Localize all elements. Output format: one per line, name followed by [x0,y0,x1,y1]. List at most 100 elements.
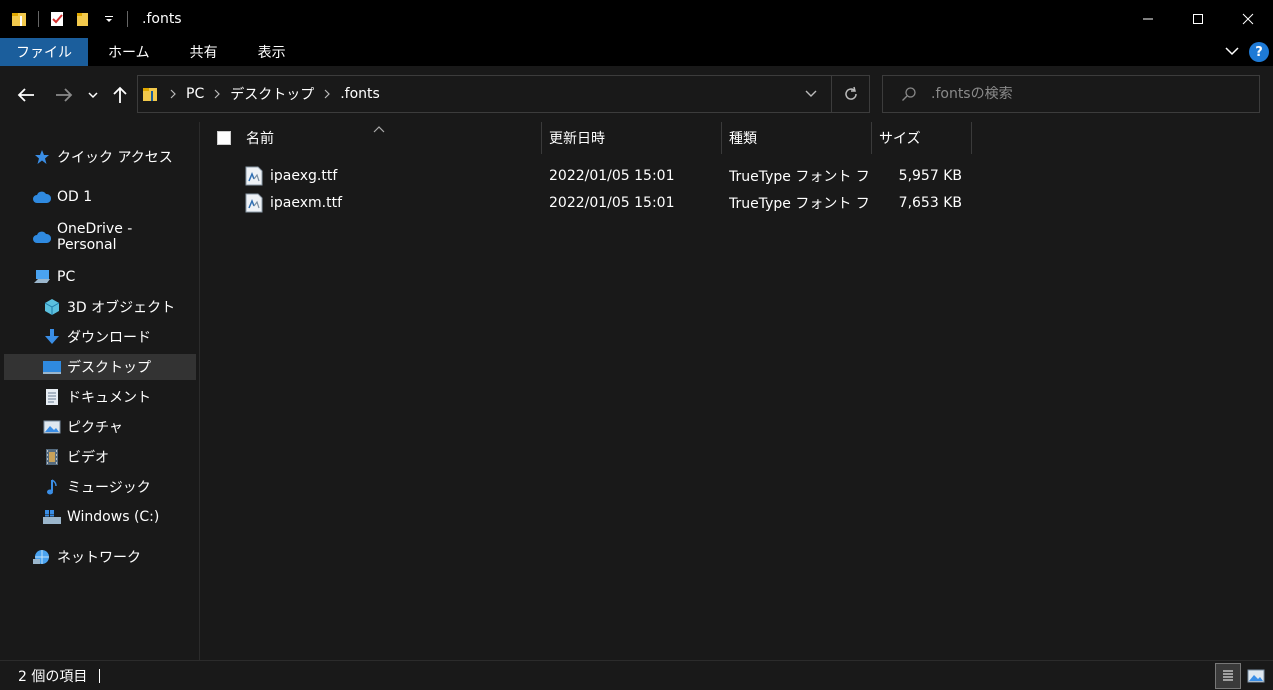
help-button[interactable]: ? [1249,42,1269,62]
chevron-down-icon [1225,47,1239,56]
table-row[interactable]: ipaexm.ttf 2022/01/05 15:01 TrueType フォン… [201,190,1273,216]
sidebar-item-downloads[interactable]: ダウンロード [4,324,196,350]
tab-share[interactable]: 共有 [170,38,238,66]
column-divider[interactable] [721,122,722,154]
large-icons-view-icon [1247,669,1265,683]
back-button[interactable] [14,83,38,107]
tab-home[interactable]: ホーム [88,38,170,66]
column-divider[interactable] [971,122,972,154]
refresh-button[interactable] [831,76,869,112]
minimize-button[interactable] [1123,0,1173,38]
breadcrumb-chevron-icon[interactable] [170,89,176,99]
search-icon [902,87,916,101]
forward-button[interactable] [52,83,76,107]
breadcrumb-pc[interactable]: PC [186,86,204,102]
sidebar-item-label: OD 1 [57,189,93,205]
file-type-cell: TrueType フォント フ... [729,196,869,212]
column-divider[interactable] [541,122,542,154]
desktop-icon [42,357,62,377]
search-box[interactable] [882,75,1260,113]
expand-ribbon-button[interactable] [1225,44,1239,60]
sidebar-item-label: ピクチャ [67,420,123,436]
large-icons-view-button[interactable] [1243,663,1269,689]
sidebar-item-label: PC [57,269,76,285]
sidebar-item-label: ネットワーク [57,550,141,566]
column-header-name[interactable]: 名前 [246,122,540,154]
search-input[interactable] [931,86,1251,102]
sidebar-item-desktop[interactable]: デスクトップ [4,354,196,380]
up-button[interactable] [108,83,132,107]
tab-file[interactable]: ファイル [0,38,88,66]
sidebar-item-label: OneDrive - Personal [57,221,133,253]
column-header-type[interactable]: 種類 [729,122,869,154]
close-icon [1242,13,1254,25]
details-view-button[interactable] [1215,663,1241,689]
address-history-button[interactable] [791,76,831,112]
item-count: 2 個の項目 [18,668,88,685]
cloud-icon [32,227,52,247]
file-modified-cell: 2022/01/05 15:01 [549,168,675,184]
navigation-pane: クイック アクセス OD 1 OneDrive - Personal PC 3D… [0,122,200,660]
pc-icon [32,267,52,287]
folder-icon [142,85,160,103]
breadcrumb-fonts[interactable]: .fonts [340,86,380,102]
sidebar-item-label: クイック アクセス [57,150,173,166]
font-file-icon [245,166,263,186]
ribbon-tabs: ファイル ホーム 共有 表示 ? [0,38,1273,66]
sidebar-item-od1[interactable]: OD 1 [4,184,196,210]
sidebar-item-quick-access[interactable]: クイック アクセス [4,144,196,170]
close-button[interactable] [1223,0,1273,38]
sidebar-item-3d-objects[interactable]: 3D オブジェクト [4,294,196,320]
properties-icon[interactable] [47,9,67,29]
select-all-checkbox[interactable] [217,131,231,145]
breadcrumb-chevron-icon[interactable] [214,89,221,99]
navigation-bar: PC デスクトップ .fonts [0,66,1273,122]
file-list: 名前 更新日時 種類 サイズ ipaexg.ttf 2022/01/05 15:… [201,122,1273,660]
column-header-size[interactable]: サイズ [879,122,969,154]
cube-icon [42,297,62,317]
title-bar: .fonts [0,0,1273,38]
sidebar-item-onedrive-personal[interactable]: OneDrive - Personal [4,221,196,253]
sidebar-item-music[interactable]: ミュージック [4,474,196,500]
new-folder-icon[interactable] [73,9,93,29]
ribbon-right: ? [1225,38,1269,66]
arrow-left-icon [17,88,34,102]
tab-view[interactable]: 表示 [238,38,306,66]
font-file-icon [245,193,263,213]
sidebar-item-label: ドキュメント [67,390,151,406]
sidebar-item-label: ミュージック [67,480,151,496]
folder-icon [10,9,30,29]
sidebar-item-network[interactable]: ネットワーク [4,544,196,570]
toolbar-separator [127,11,128,27]
star-icon [32,147,52,167]
sidebar-item-pc[interactable]: PC [4,264,196,290]
column-header-label: 種類 [729,131,757,147]
sidebar-item-windows-c[interactable]: Windows (C:) [4,504,196,530]
drive-icon [42,507,62,527]
details-view-icon [1223,670,1233,681]
music-icon [42,477,62,497]
file-type-cell: TrueType フォント フ... [729,169,869,185]
customize-toolbar-icon[interactable] [99,9,119,29]
file-size-cell: 7,653 KB [898,195,962,211]
table-row[interactable]: ipaexg.ttf 2022/01/05 15:01 TrueType フォン… [201,163,1273,189]
breadcrumb-desktop[interactable]: デスクトップ [230,84,314,104]
window-controls [1123,0,1273,38]
chevron-down-icon [805,90,817,97]
recent-locations-button[interactable] [83,83,103,107]
sidebar-item-pictures[interactable]: ピクチャ [4,414,196,440]
sidebar-item-documents[interactable]: ドキュメント [4,384,196,410]
download-icon [42,327,62,347]
file-name-cell: ipaexg.ttf [244,163,539,189]
column-header-modified[interactable]: 更新日時 [549,122,719,154]
breadcrumb-chevron-icon[interactable] [324,89,331,99]
column-divider[interactable] [871,122,872,154]
address-bar[interactable]: PC デスクトップ .fonts [137,75,870,113]
chevron-down-icon [88,92,98,99]
cloud-icon [32,187,52,207]
status-separator [99,668,101,683]
sidebar-item-videos[interactable]: ビデオ [4,444,196,470]
pictures-icon [42,417,62,437]
sidebar-item-label: デスクトップ [67,360,151,376]
maximize-button[interactable] [1173,0,1223,38]
